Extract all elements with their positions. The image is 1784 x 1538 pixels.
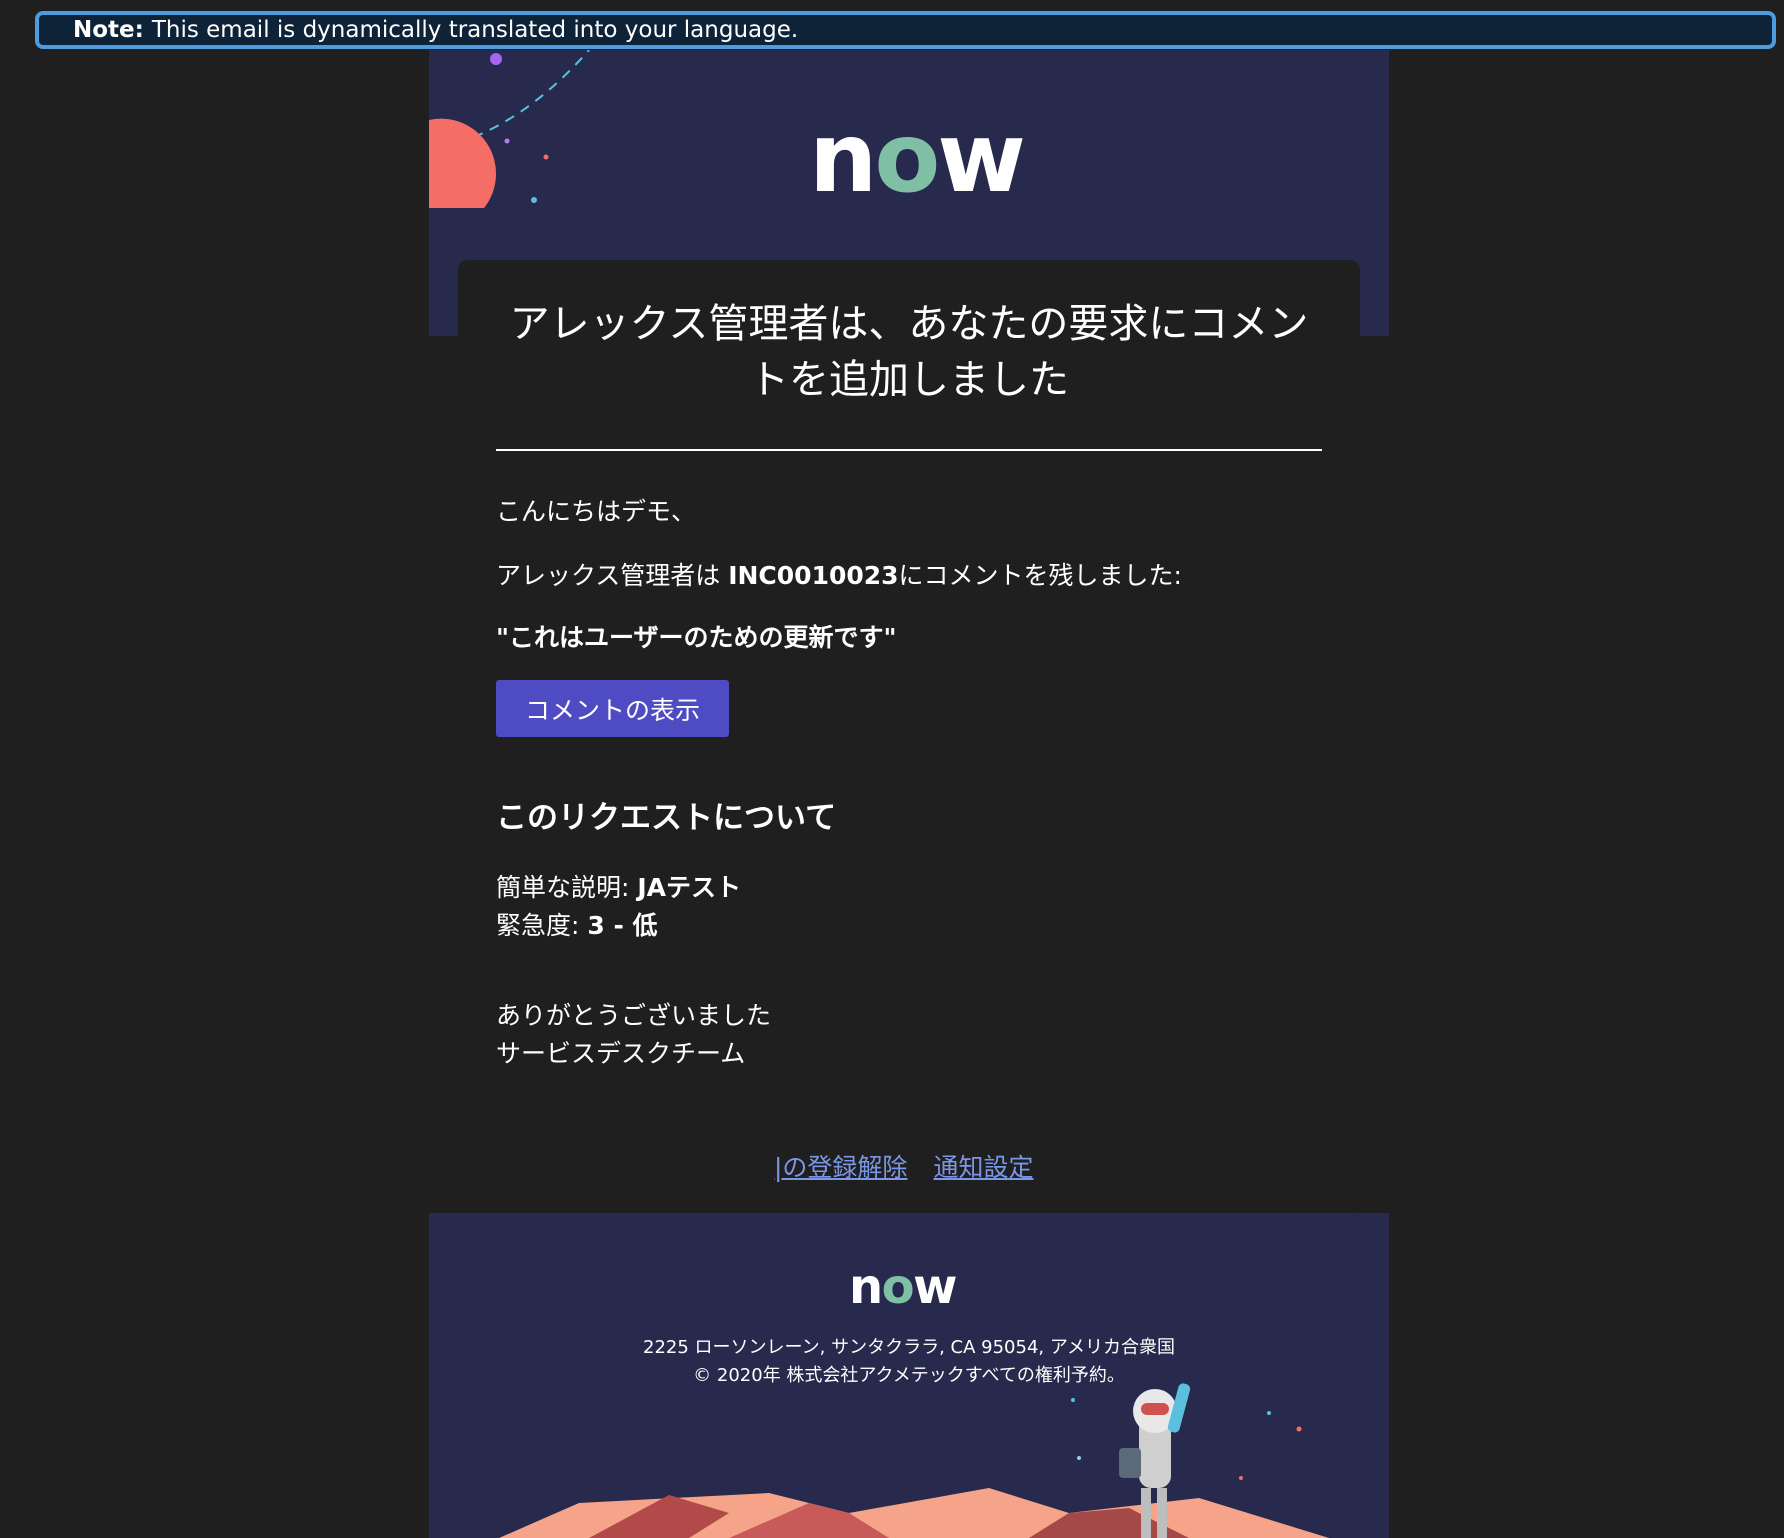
email-title: アレックス管理者は、あなたの要求にコメントを追加しました (509, 301, 1309, 403)
title-divider (496, 449, 1322, 451)
note-label: Note: (73, 17, 144, 43)
short-description: 簡単な説明: JAテスト (496, 873, 742, 902)
request-section-title: このリクエストについて (496, 800, 837, 836)
servicenow-footer-logo: now (849, 1259, 957, 1315)
footer-links: |の登録解除 通知設定 (774, 1148, 1033, 1184)
copyright: © 2020年 株式会社アクメテックすべての権利予約。 (693, 1365, 1125, 1386)
view-comment-button[interactable]: コメントの表示 (496, 680, 729, 737)
email-card: アレックス管理者は、あなたの要求にコメントを追加しました こんにちはデモ、 アレ… (458, 260, 1360, 1210)
company-address: 2225 ローソンレーン, サンタクララ, CA 95054, アメリカ合衆国 (643, 1337, 1175, 1358)
notification-preferences-link[interactable]: 通知設定 (933, 1148, 1033, 1184)
incident-number: INC0010023 (728, 561, 899, 590)
comment-quote: "これはユーザーのための更新です" (496, 623, 897, 652)
note-text: This email is dynamically translated int… (151, 17, 799, 43)
unsubscribe-link[interactable]: |の登録解除 (774, 1148, 907, 1184)
sign-off-thanks: ありがとうございました (496, 1001, 772, 1030)
comment-notice: アレックス管理者は INC0010023にコメントを残しました: (496, 561, 1182, 590)
translation-note-banner: Note: This email is dynamically translat… (35, 11, 1776, 49)
urgency: 緊急度: 3 - 低 (496, 911, 658, 940)
email-footer: now 2225 ローソンレーン, サンタクララ, CA 95054, アメリカ… (429, 1213, 1389, 1538)
servicenow-logo: now (809, 102, 1026, 214)
greeting: こんにちはデモ、 (496, 497, 697, 526)
sign-off-team: サービスデスクチーム (496, 1039, 746, 1068)
